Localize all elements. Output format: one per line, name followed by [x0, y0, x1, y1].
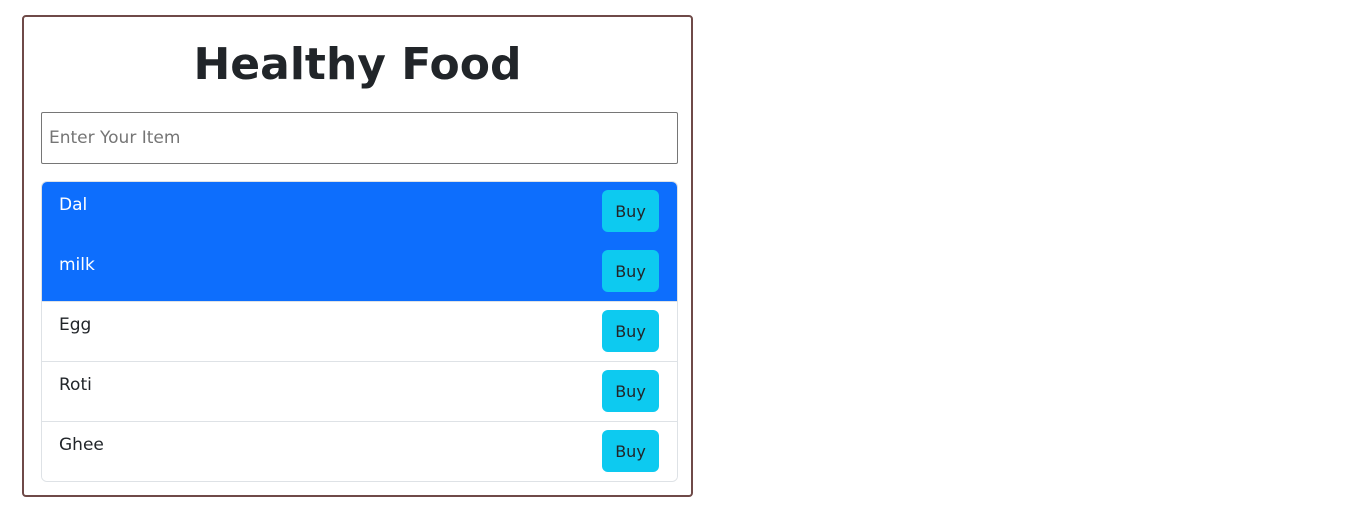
list-item[interactable]: milk Buy: [42, 241, 677, 301]
item-name: milk: [59, 255, 95, 275]
item-name: Dal: [59, 195, 88, 215]
page-title: Healthy Food: [193, 39, 522, 90]
item-name: Egg: [59, 315, 92, 335]
item-name: Roti: [59, 375, 92, 395]
buy-button[interactable]: Buy: [602, 370, 659, 412]
item-name: Ghee: [59, 435, 104, 455]
buy-button[interactable]: Buy: [602, 190, 659, 232]
list-item[interactable]: Ghee Buy: [42, 421, 677, 481]
buy-button[interactable]: Buy: [602, 310, 659, 352]
buy-button[interactable]: Buy: [602, 250, 659, 292]
list-item[interactable]: Roti Buy: [42, 361, 677, 421]
buy-button[interactable]: Buy: [602, 430, 659, 472]
list-item[interactable]: Dal Buy: [42, 182, 677, 241]
item-input[interactable]: [41, 112, 678, 164]
food-card: Healthy Food Dal Buy milk Buy Egg Buy Ro…: [22, 15, 693, 497]
food-list: Dal Buy milk Buy Egg Buy Roti Buy Ghee B…: [41, 181, 678, 482]
list-item[interactable]: Egg Buy: [42, 301, 677, 361]
